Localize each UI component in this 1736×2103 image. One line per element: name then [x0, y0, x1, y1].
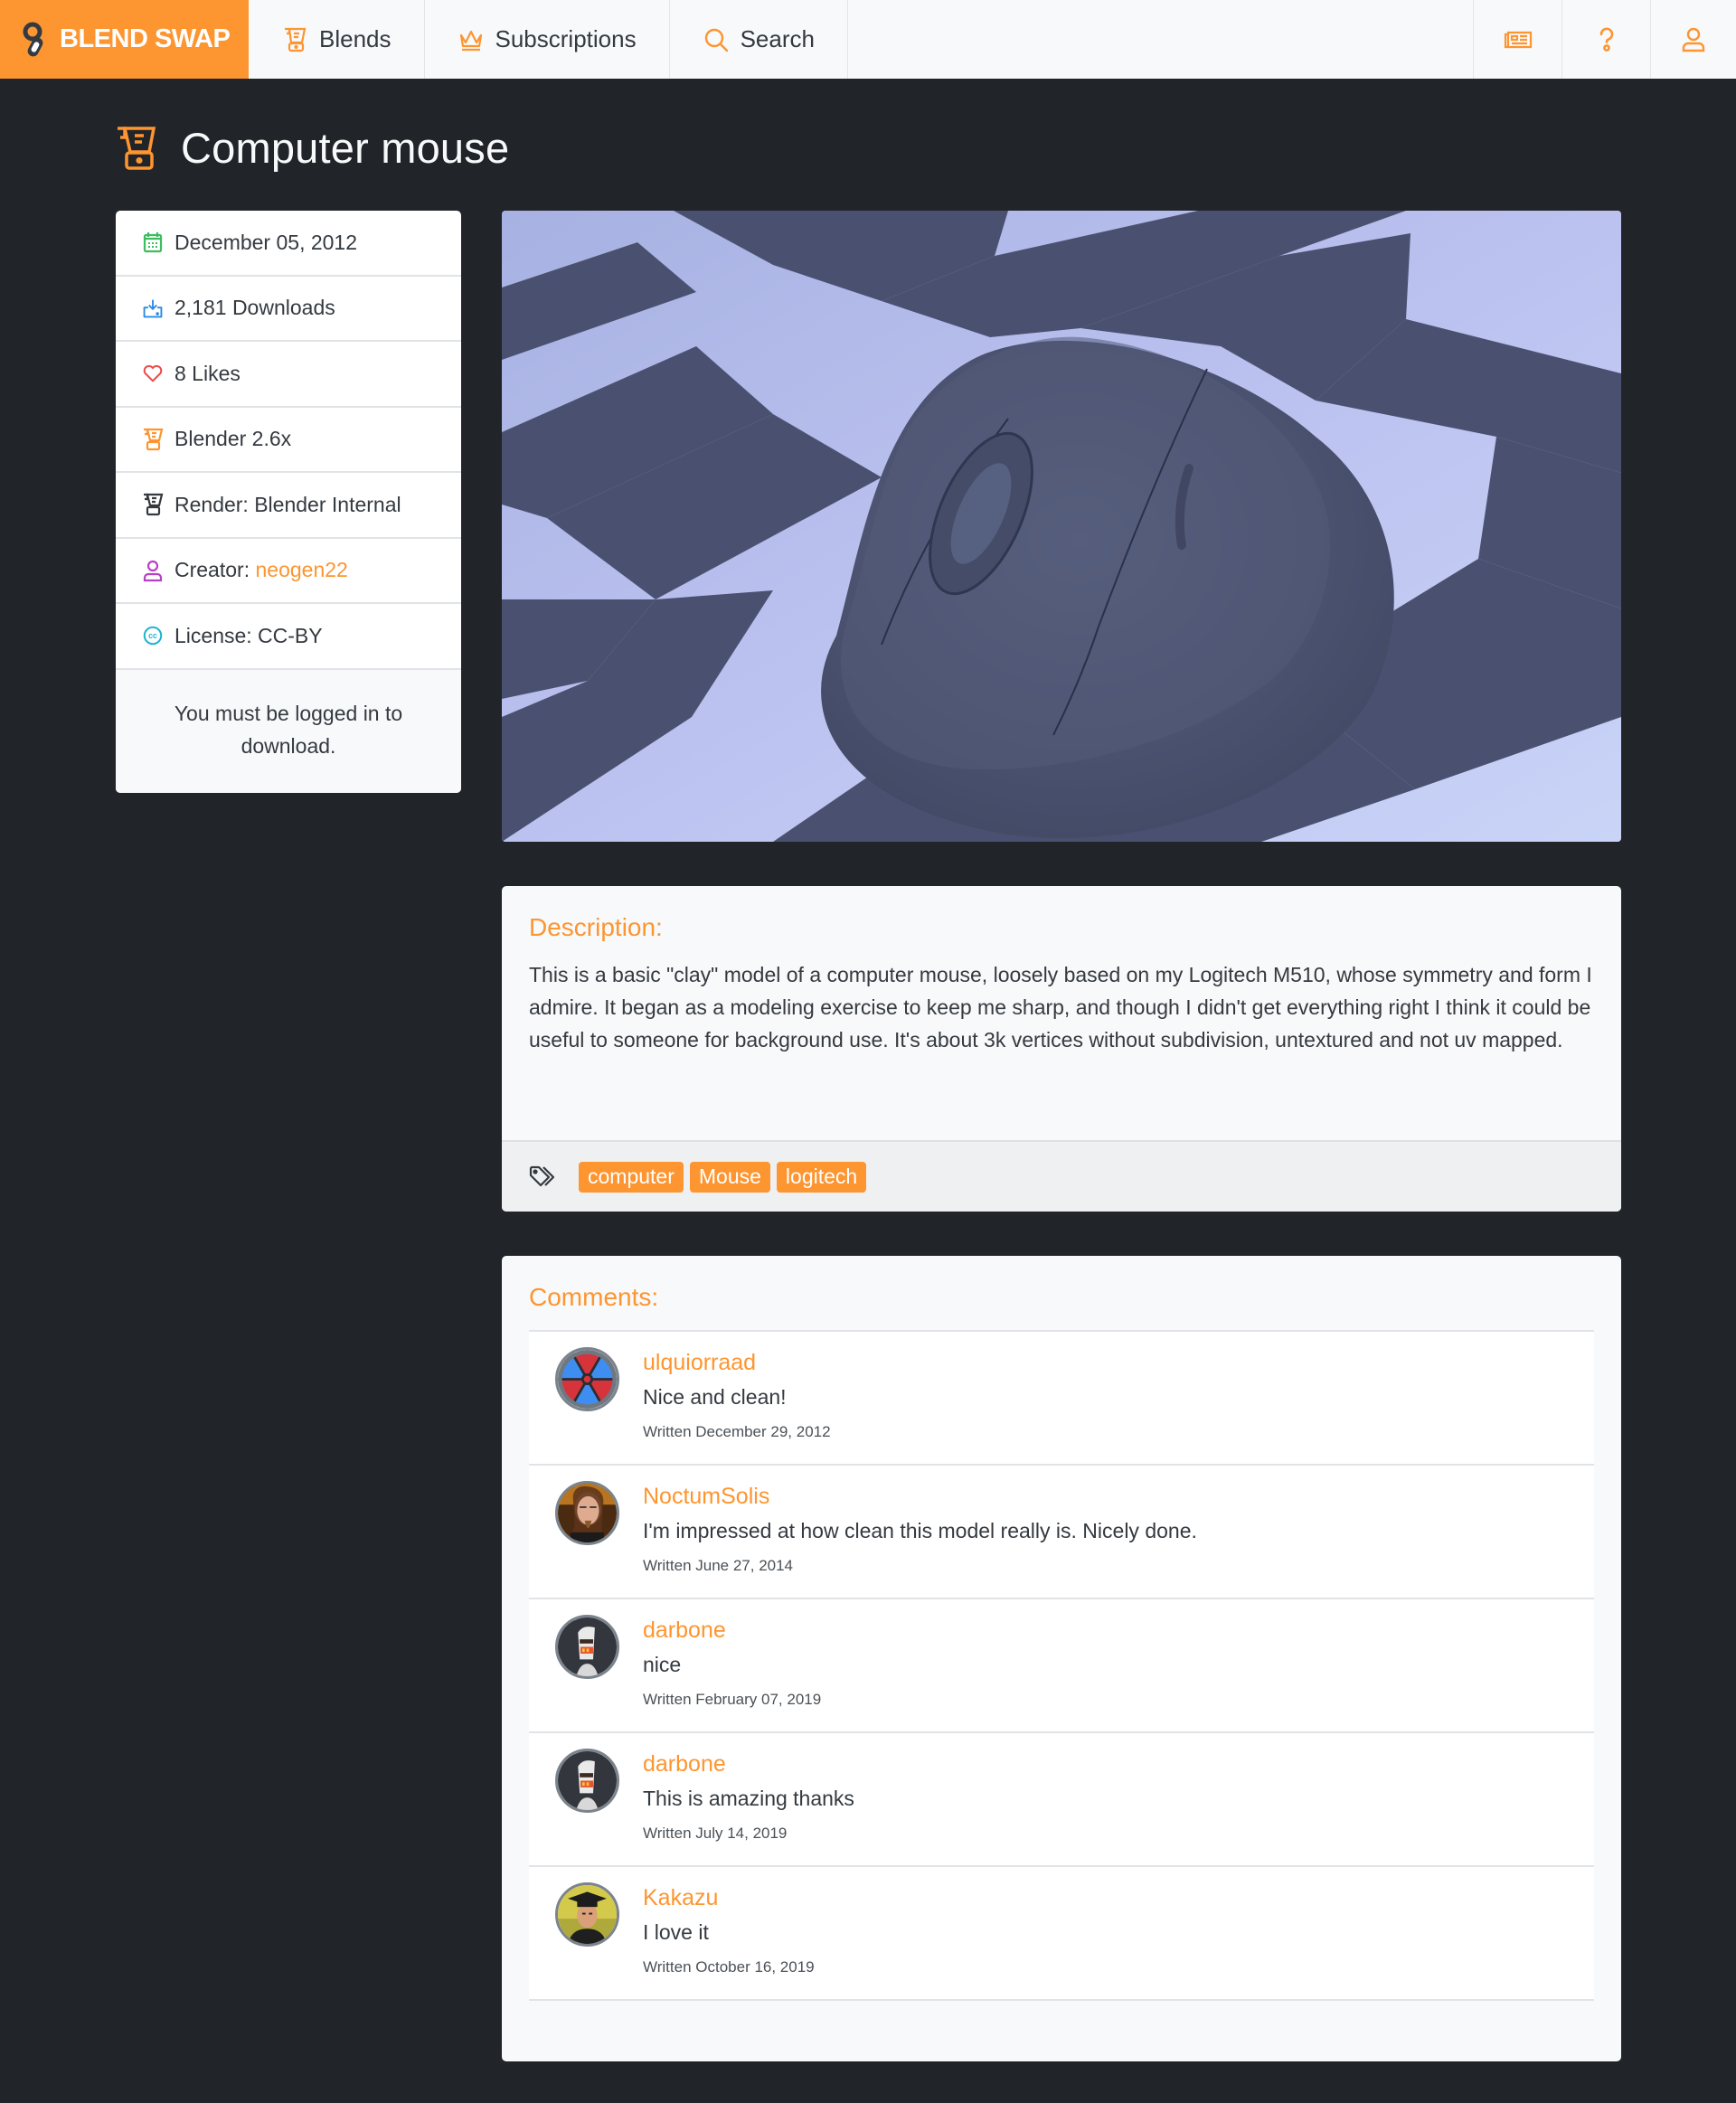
description-card: Description: This is a basic "clay" mode…	[502, 886, 1621, 1212]
blend-title: Computer mouse	[181, 124, 510, 172]
comment-list: ulquiorraad Nice and clean! Written Dece…	[529, 1330, 1594, 2001]
comment-text: This is amazing thanks	[643, 1787, 854, 1810]
nav-item-subscriptions[interactable]: Subscriptions	[425, 0, 670, 79]
comment-date: Written July 14, 2019	[643, 1825, 788, 1842]
like-count: 8 Likes	[175, 361, 241, 385]
brand-name: BLEND SWAP	[60, 24, 231, 53]
upload-date: December 05, 2012	[175, 230, 358, 254]
avatar[interactable]	[555, 1749, 619, 1813]
download-login-notice: You must be logged in to download.	[116, 669, 461, 793]
blender-version-row: Blender 2.6x	[116, 408, 461, 473]
crown-icon	[459, 30, 482, 51]
robot-avatar-icon	[558, 1617, 617, 1676]
svg-text:cc: cc	[148, 631, 157, 640]
comment-username[interactable]: Kakazu	[643, 1885, 718, 1911]
downloads-row: 2,181 Downloads	[116, 277, 461, 342]
blender-icon	[118, 126, 156, 170]
heart-icon	[143, 365, 163, 382]
nav-item-label: Search	[740, 25, 815, 52]
comment-username[interactable]: darbone	[643, 1617, 726, 1644]
blender-version: Blender 2.6x	[175, 427, 292, 451]
comment-date: Written February 07, 2019	[643, 1691, 822, 1708]
download-count: 2,181 Downloads	[175, 296, 335, 320]
tags-icon	[529, 1165, 555, 1186]
nav-item-blends[interactable]: Blends	[249, 0, 425, 79]
license: License: CC-BY	[175, 623, 323, 647]
comment-item: darbone nice Written February 07, 2019	[529, 1599, 1594, 1733]
radial-emblem-avatar-icon	[558, 1350, 617, 1409]
description-text: This is a basic "clay" model of a comput…	[529, 963, 1592, 1052]
creator-link[interactable]: neogen22	[255, 558, 347, 581]
render-engine: Render: Blender Internal	[175, 492, 401, 516]
newspaper-icon	[1504, 31, 1532, 48]
tag-computer[interactable]: computer	[579, 1161, 684, 1193]
tag-logitech[interactable]: logitech	[776, 1161, 867, 1193]
blender-icon	[285, 27, 307, 52]
mouse-render-image	[502, 211, 1621, 842]
tags-bar: computer Mouse logitech	[502, 1140, 1621, 1212]
nav-item-search[interactable]: Search	[670, 0, 848, 79]
user-icon	[143, 560, 163, 581]
blend-preview-image[interactable]	[502, 211, 1621, 842]
nav-item-label: Subscriptions	[495, 25, 637, 52]
comment-date: Written December 29, 2012	[643, 1423, 831, 1440]
comment-text: Nice and clean!	[643, 1385, 787, 1409]
page-title: Computer mouse	[116, 123, 509, 173]
description-heading: Description:	[529, 913, 663, 941]
comment-item: ulquiorraad Nice and clean! Written Dece…	[529, 1332, 1594, 1466]
question-icon	[1599, 27, 1613, 52]
brand-logo-link[interactable]: BLEND SWAP	[0, 0, 249, 79]
avatar[interactable]	[555, 1481, 619, 1545]
download-tray-icon	[143, 299, 163, 318]
comment-username[interactable]: ulquiorraad	[643, 1350, 756, 1376]
creator-row: Creator: neogen22	[116, 539, 461, 604]
search-icon	[704, 28, 728, 52]
nav-item-label: Blends	[319, 25, 392, 52]
avatar[interactable]	[555, 1347, 619, 1411]
license-row: cc License: CC-BY	[116, 604, 461, 670]
graduate-portrait-avatar-icon	[558, 1885, 617, 1944]
comment-text: I love it	[643, 1920, 709, 1944]
creative-commons-icon: cc	[143, 627, 163, 646]
render-engine-icon	[144, 494, 164, 516]
calendar-icon	[143, 232, 163, 253]
render-engine-row: Render: Blender Internal	[116, 473, 461, 539]
top-nav: BLEND SWAP Blends Subscriptions Search	[0, 0, 1736, 79]
robot-avatar-icon	[558, 1751, 617, 1810]
creator-prefix: Creator:	[175, 558, 256, 582]
comment-text: nice	[643, 1653, 682, 1676]
portrait-avatar-icon	[558, 1484, 617, 1542]
comment-item: Kakazu I love it Written October 16, 201…	[529, 1867, 1594, 2001]
comment-date: Written October 16, 2019	[643, 1958, 815, 1976]
comment-date: Written June 27, 2014	[643, 1557, 794, 1574]
tag-mouse[interactable]: Mouse	[689, 1161, 770, 1193]
comment-item: NoctumSolis I'm impressed at how clean t…	[529, 1466, 1594, 1599]
comment-username[interactable]: darbone	[643, 1751, 726, 1778]
blender-icon	[144, 428, 164, 450]
user-icon	[1682, 27, 1705, 52]
creator-label: Creator: neogen22	[175, 558, 348, 582]
upload-date-row: December 05, 2012	[116, 211, 461, 277]
comments-heading: Comments:	[529, 1283, 659, 1311]
blend-swap-logo-icon	[23, 22, 43, 56]
comment-text: I'm impressed at how clean this model re…	[643, 1519, 1197, 1542]
comment-item: darbone This is amazing thanks Written J…	[529, 1733, 1594, 1867]
comment-username[interactable]: NoctumSolis	[643, 1484, 769, 1510]
avatar[interactable]	[555, 1615, 619, 1679]
likes-row: 8 Likes	[116, 342, 461, 408]
help-button[interactable]	[1561, 0, 1650, 79]
blend-info-sidebar: December 05, 2012 2,181 Downloads 8 Like…	[116, 211, 461, 793]
avatar[interactable]	[555, 1882, 619, 1947]
account-button[interactable]	[1650, 0, 1736, 79]
comments-card: Comments: ulquiorraad Nice and clean! Wr…	[502, 1256, 1621, 2061]
news-button[interactable]	[1473, 0, 1561, 79]
